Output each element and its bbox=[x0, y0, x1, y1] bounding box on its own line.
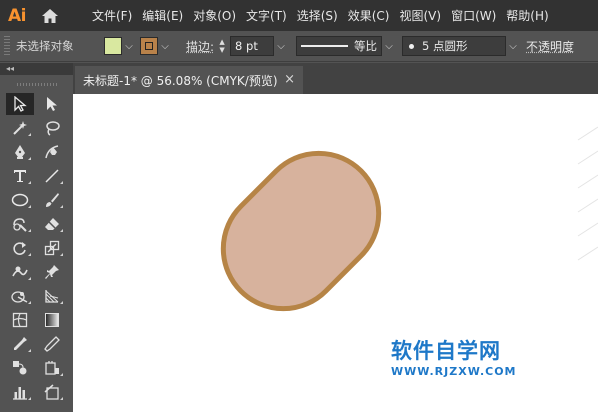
app-logo: Ai bbox=[8, 5, 26, 26]
stroke-label[interactable]: 描边: bbox=[186, 38, 214, 55]
live-paint-bucket-tool-icon[interactable] bbox=[38, 357, 66, 379]
line-segment-tool-icon[interactable] bbox=[38, 165, 66, 187]
magic-wand-tool-icon[interactable] bbox=[6, 117, 34, 139]
opacity-label[interactable]: 不透明度 bbox=[526, 38, 574, 55]
toolbox-grip[interactable] bbox=[0, 75, 73, 93]
menu-bar: Ai 文件(F) 编辑(E) 对象(O) 文字(T) 选择(S) 效果(C) 视… bbox=[0, 0, 598, 31]
fill-swatch[interactable] bbox=[104, 37, 122, 55]
toolbox-collapse-icon[interactable]: ◂◂ bbox=[0, 63, 73, 75]
menu-file[interactable]: 文件(F) bbox=[88, 7, 138, 24]
watermark-name: 软件自学网 bbox=[391, 339, 501, 363]
home-icon[interactable] bbox=[34, 0, 66, 31]
menu-help[interactable]: 帮助(H) bbox=[502, 7, 554, 24]
puppet-warp-tool-icon[interactable] bbox=[38, 261, 66, 283]
brush-dot-icon bbox=[409, 43, 415, 49]
scale-tool-icon[interactable] bbox=[38, 237, 66, 259]
menu-view[interactable]: 视图(V) bbox=[395, 7, 447, 24]
menu-object[interactable]: 对象(O) bbox=[189, 7, 242, 24]
stroke-profile-value: 等比 bbox=[354, 39, 378, 53]
document-area: 未标题-1* @ 56.08% (CMYK/预览) × 软件自学网 WWW.RJ… bbox=[73, 63, 598, 412]
pen-tool-icon[interactable] bbox=[6, 141, 34, 163]
stroke-swatch[interactable] bbox=[140, 37, 158, 55]
perspective-grid-tool-icon[interactable] bbox=[38, 285, 66, 307]
brush-chevron-icon[interactable]: ⌵ bbox=[506, 36, 520, 56]
control-bar-grip[interactable] bbox=[4, 36, 10, 56]
eyedropper-tool-icon[interactable] bbox=[6, 333, 34, 355]
slice-tool-icon[interactable] bbox=[38, 381, 66, 403]
brush-value: 5 点圆形 bbox=[422, 39, 468, 53]
stroke-weight-chevron-icon[interactable]: ⌵ bbox=[274, 36, 288, 56]
toolbox: ◂◂ bbox=[0, 63, 73, 412]
control-bar: 未选择对象 ⌵ ⌵ 描边: ▲ ▼ 8 pt ⌵ 等比 ⌵ 5 点圆形 ⌵ 不透明… bbox=[0, 31, 598, 62]
stroke-weight-field[interactable]: 8 pt bbox=[230, 36, 275, 56]
menu-select[interactable]: 选择(S) bbox=[293, 7, 344, 24]
watermark-url: WWW.RJZXW.COM bbox=[391, 365, 517, 378]
rounded-capsule-shape[interactable] bbox=[198, 128, 403, 333]
menu-effect[interactable]: 效果(C) bbox=[344, 7, 396, 24]
column-graph-tool-icon[interactable] bbox=[6, 381, 34, 403]
document-tab-title: 未标题-1* @ 56.08% (CMYK/预览) bbox=[83, 73, 278, 88]
stroke-profile-select[interactable]: 等比 bbox=[296, 36, 383, 56]
gradient-tool-icon[interactable] bbox=[38, 309, 66, 331]
close-tab-icon[interactable]: × bbox=[284, 72, 295, 87]
watermark: 软件自学网 WWW.RJZXW.COM bbox=[391, 335, 551, 378]
artboard-canvas[interactable]: 软件自学网 WWW.RJZXW.COM bbox=[73, 94, 598, 412]
menu-window[interactable]: 窗口(W) bbox=[447, 7, 502, 24]
lasso-tool-icon[interactable] bbox=[38, 117, 66, 139]
fill-dropdown-chevron-icon[interactable]: ⌵ bbox=[122, 36, 136, 56]
shaper-tool-icon[interactable] bbox=[6, 213, 34, 235]
blend-tool-icon[interactable] bbox=[6, 357, 34, 379]
stroke-line-preview bbox=[301, 45, 349, 47]
stroke-weight-spinner-icon[interactable]: ▲ ▼ bbox=[216, 36, 228, 56]
eraser-tool-icon[interactable] bbox=[38, 213, 66, 235]
mesh-tool-icon[interactable] bbox=[6, 309, 34, 331]
measure-eyedropper-tool-icon[interactable] bbox=[38, 333, 66, 355]
selection-status: 未选择对象 bbox=[16, 39, 74, 53]
ellipse-tool-icon[interactable] bbox=[6, 189, 34, 211]
paintbrush-tool-icon[interactable] bbox=[38, 189, 66, 211]
stroke-profile-chevron-icon[interactable]: ⌵ bbox=[382, 36, 396, 56]
menu-edit[interactable]: 编辑(E) bbox=[138, 7, 189, 24]
edge-guides bbox=[577, 126, 598, 261]
menu-type[interactable]: 文字(T) bbox=[242, 7, 293, 24]
selection-tool-icon[interactable] bbox=[6, 93, 34, 115]
warp-tool-icon[interactable] bbox=[6, 261, 34, 283]
document-tab[interactable]: 未标题-1* @ 56.08% (CMYK/预览) × bbox=[75, 66, 303, 94]
type-tool-icon[interactable] bbox=[6, 165, 34, 187]
rotate-tool-icon[interactable] bbox=[6, 237, 34, 259]
brush-select[interactable]: 5 点圆形 bbox=[402, 36, 507, 56]
stroke-square-icon bbox=[145, 42, 153, 50]
curvature-tool-icon[interactable] bbox=[38, 141, 66, 163]
shape-builder-tool-icon[interactable] bbox=[6, 285, 34, 307]
direct-selection-tool-icon[interactable] bbox=[38, 93, 66, 115]
stroke-dropdown-chevron-icon[interactable]: ⌵ bbox=[158, 36, 172, 56]
document-tab-strip: 未标题-1* @ 56.08% (CMYK/预览) × bbox=[73, 63, 598, 94]
